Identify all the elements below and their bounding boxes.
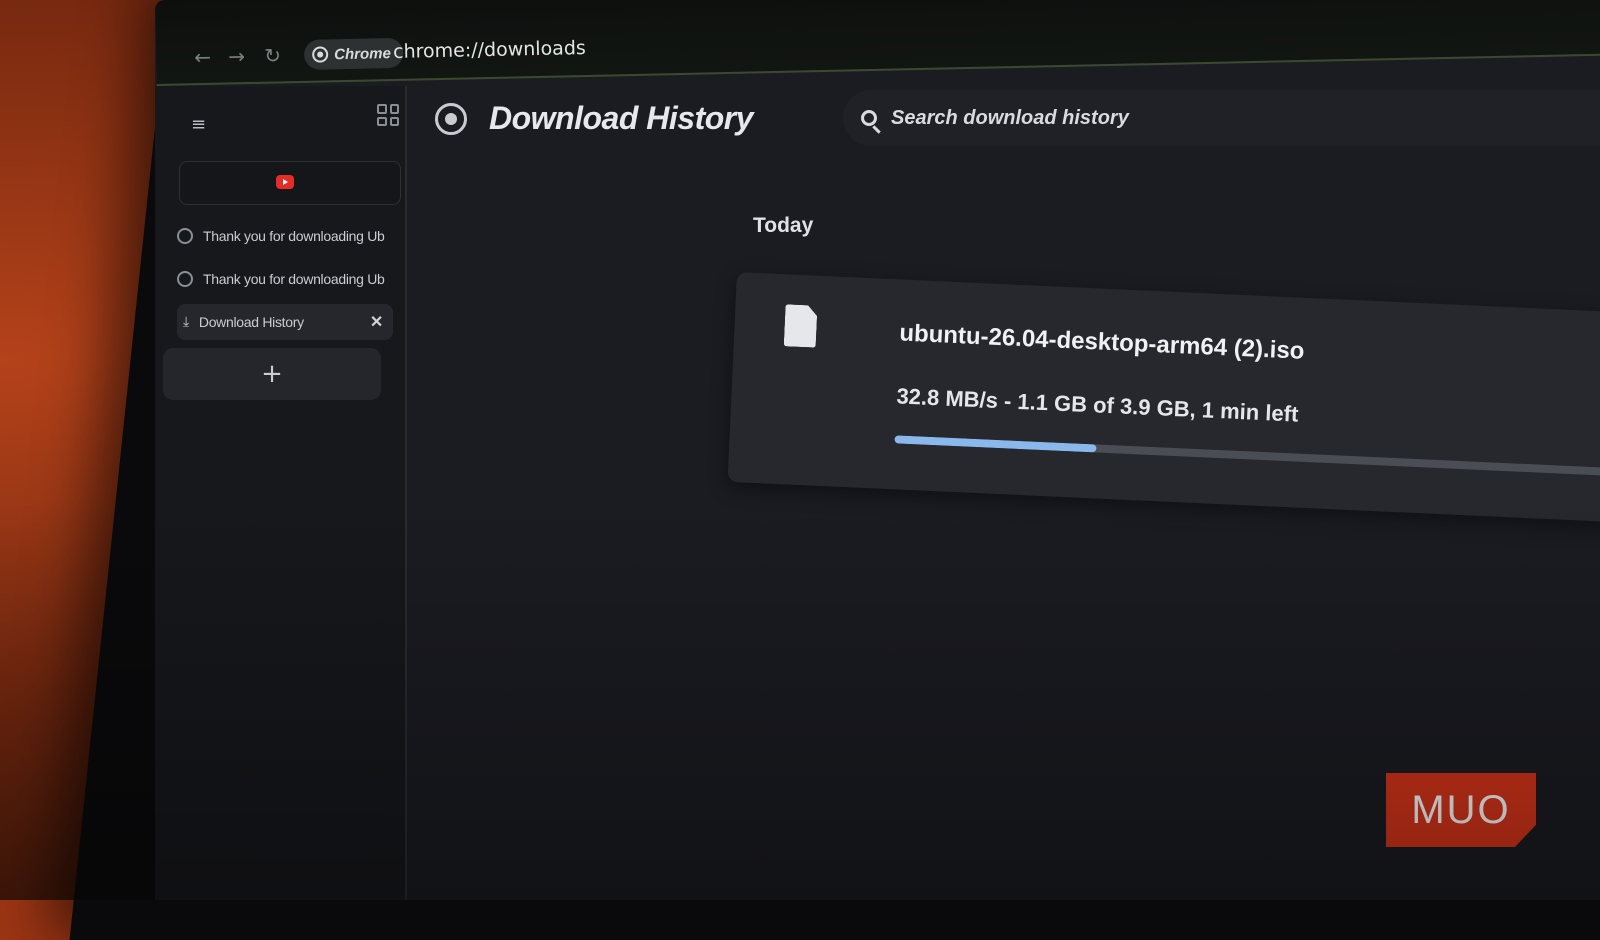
progress-fill xyxy=(894,435,1097,453)
close-icon[interactable]: ✕ xyxy=(370,312,383,332)
search-bar[interactable] xyxy=(843,90,1600,146)
progress-bar xyxy=(894,435,1600,476)
file-icon xyxy=(784,304,818,347)
sidebar-tab-2[interactable]: Thank you for downloading Ub xyxy=(177,261,387,297)
sidebar-tab-1[interactable]: Thank you for downloading Ub xyxy=(177,218,387,254)
new-tab-button[interactable]: + xyxy=(163,348,381,400)
search-icon xyxy=(861,110,877,126)
youtube-icon xyxy=(276,175,294,189)
sidebar-tab-download-history[interactable]: ⤓ Download History ✕ xyxy=(177,304,393,340)
browser-window: ← → ↻ Chrome chrome://downloads ≡ Thank … xyxy=(155,0,1600,900)
reload-icon[interactable]: ↻ xyxy=(264,43,281,67)
globe-icon xyxy=(177,271,193,287)
browser-toolbar: ← → ↻ Chrome chrome://downloads xyxy=(155,0,1600,86)
download-icon: ⤓ xyxy=(183,314,189,330)
sidebar-tab-label: Thank you for downloading Ub xyxy=(203,228,385,244)
page-title: Download History xyxy=(489,100,754,136)
page-header: Download History xyxy=(435,100,754,137)
site-chip-label: Chrome xyxy=(333,44,392,63)
globe-icon xyxy=(177,228,193,244)
menu-icon[interactable]: ≡ xyxy=(191,114,206,135)
file-name-link[interactable]: ubuntu-26.04-desktop-arm64 (2).iso xyxy=(899,319,1305,365)
forward-icon[interactable]: → xyxy=(228,44,245,68)
sidebar-tab-label: Thank you for downloading Ub xyxy=(203,271,385,287)
back-icon[interactable]: ← xyxy=(194,45,211,69)
download-card[interactable]: ubuntu-26.04-desktop-arm64 (2).iso 32.8 … xyxy=(727,272,1600,523)
vertical-tabs-sidebar: ≡ Thank you for downloading Ub Thank you… xyxy=(155,86,407,900)
muo-watermark: MUO xyxy=(1386,773,1536,847)
sidebar-tab-label: Download History xyxy=(198,314,304,330)
date-group-header: Today xyxy=(753,214,814,237)
search-input[interactable] xyxy=(889,105,1493,131)
download-status: 32.8 MB/s - 1.1 GB of 3.9 GB, 1 min left xyxy=(895,383,1299,427)
chrome-logo-icon xyxy=(312,46,329,63)
site-chip[interactable]: Chrome xyxy=(303,37,404,70)
address-bar[interactable]: chrome://downloads xyxy=(393,37,586,63)
chrome-logo-icon xyxy=(435,102,467,135)
grid-icon[interactable] xyxy=(377,104,399,126)
pinned-tab-youtube[interactable] xyxy=(179,161,401,205)
